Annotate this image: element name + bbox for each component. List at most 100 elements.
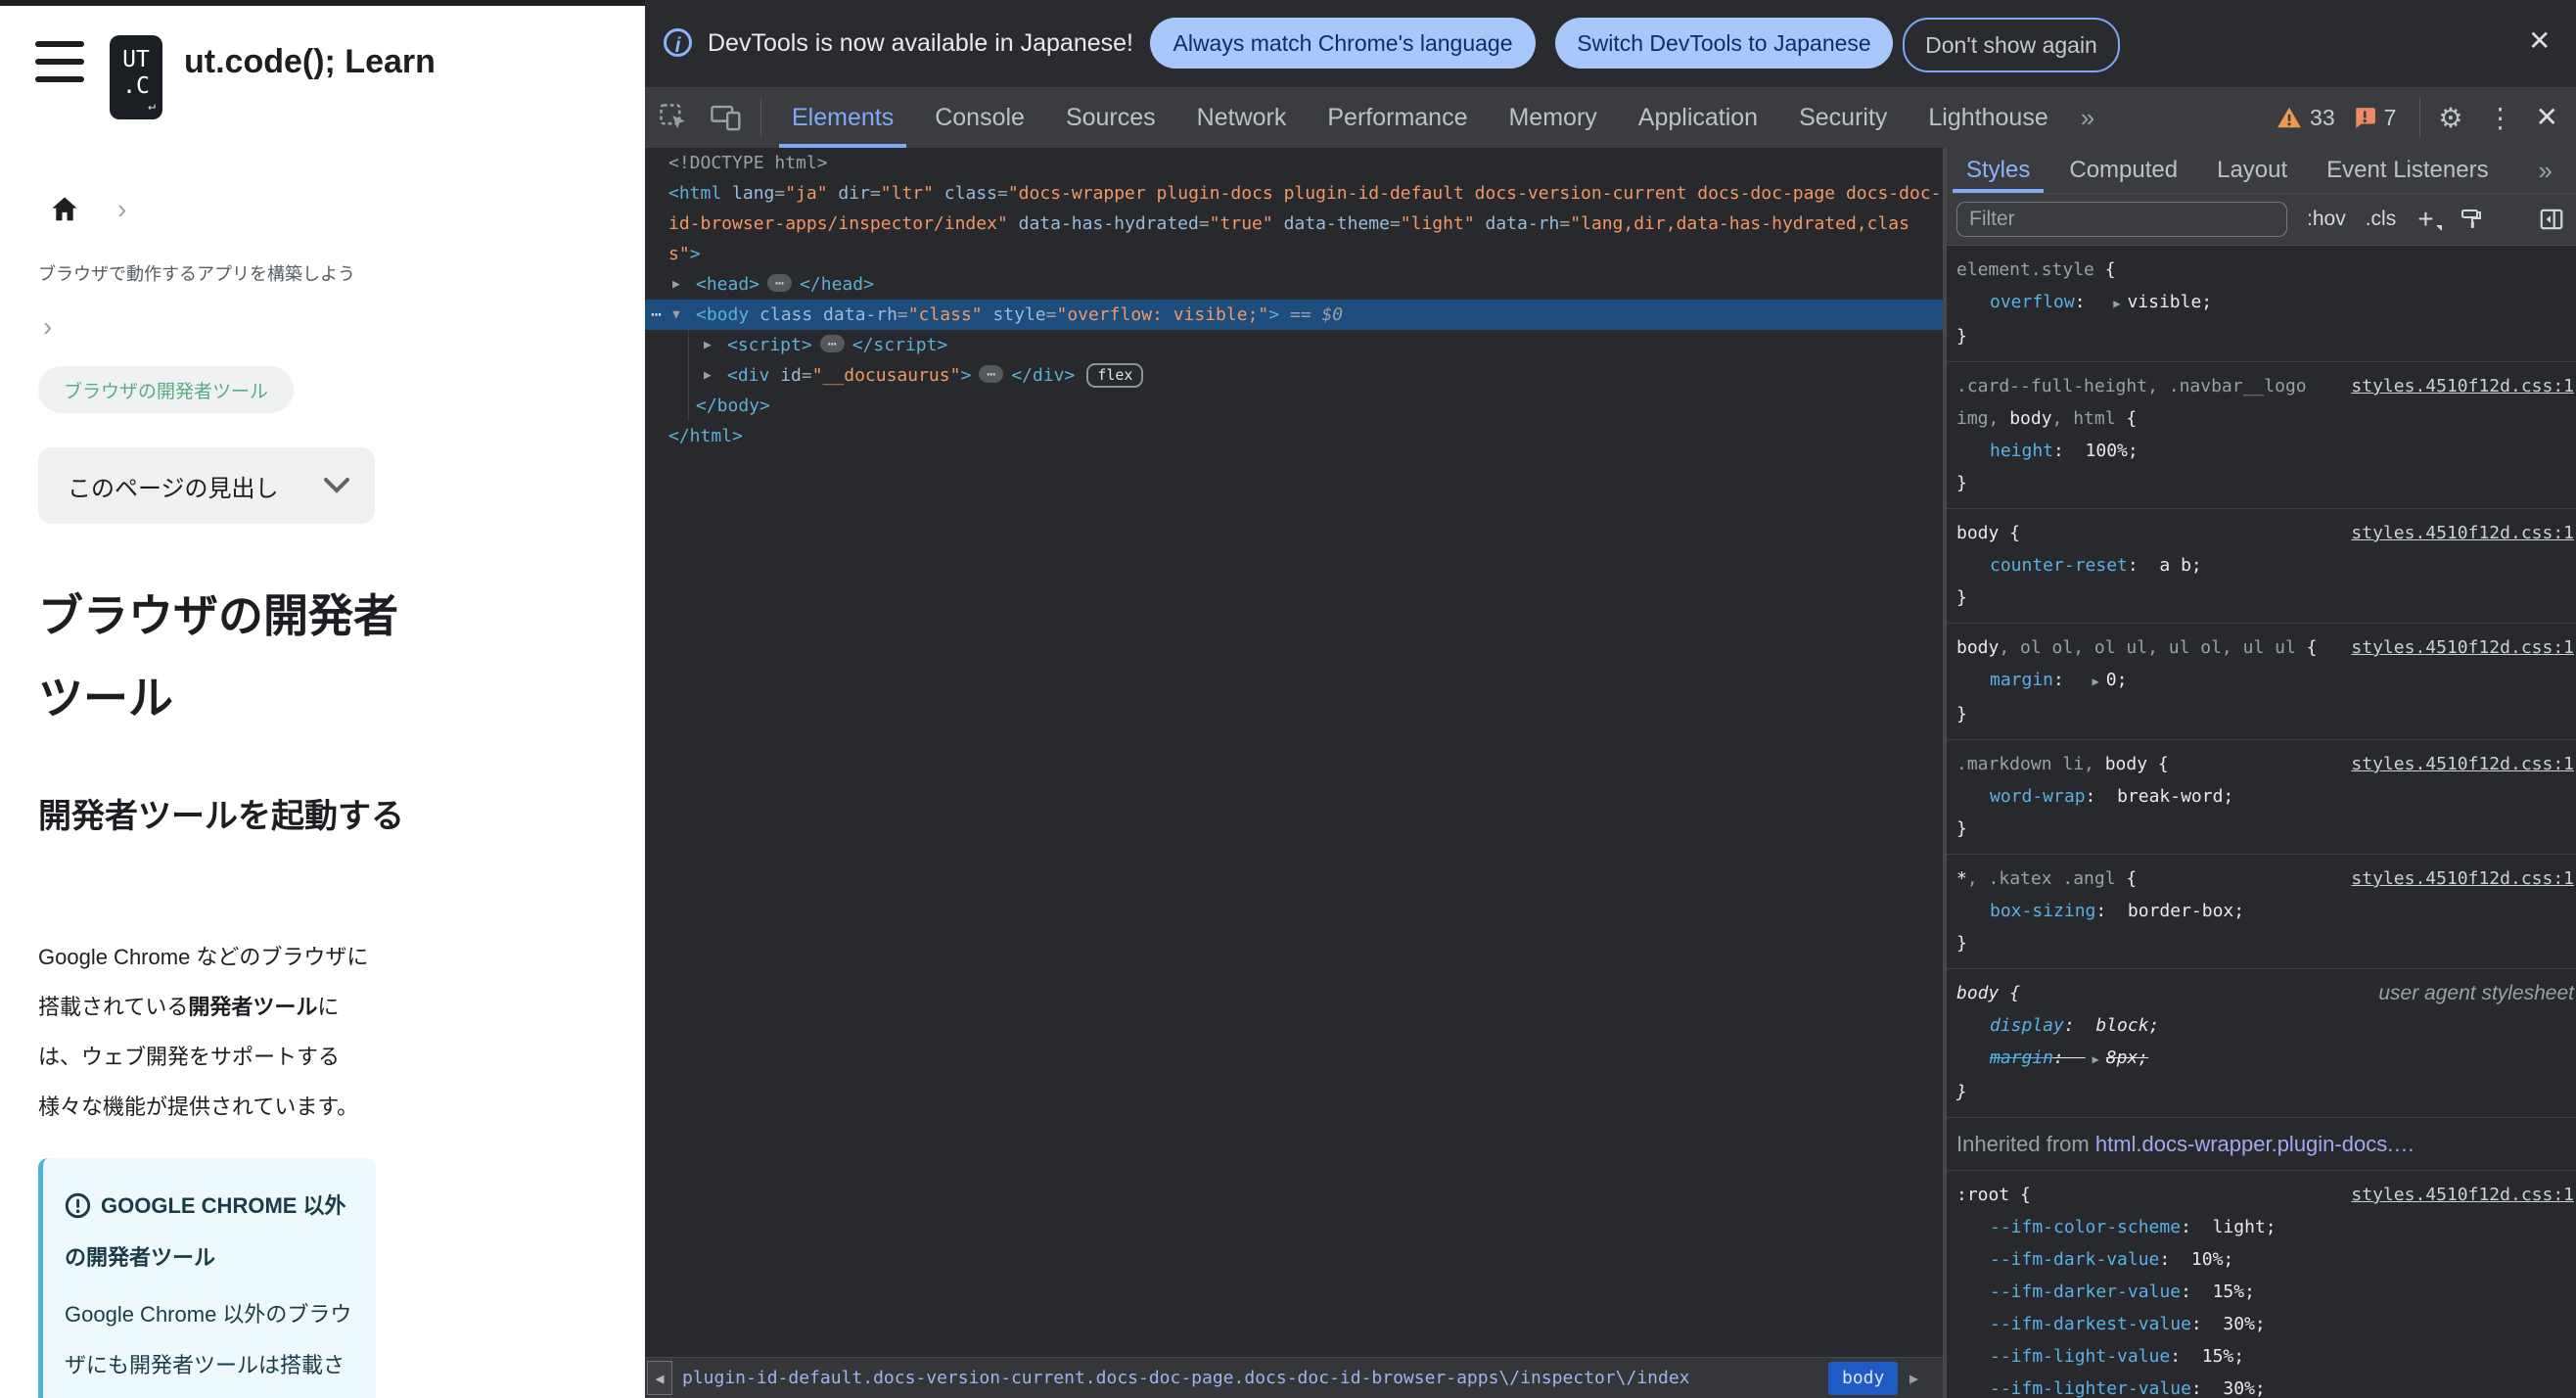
crumb-path[interactable]: plugin-id-default.docs-version-current.d…	[682, 1358, 1690, 1398]
css-rule[interactable]: body {styles.4510f12d.css:1 counter-reset…	[1947, 509, 2576, 624]
dom-node[interactable]: id-browser-apps/inspector/index" data-ha…	[645, 209, 1943, 239]
kebab-menu-icon[interactable]: ⋮	[2487, 102, 2514, 134]
warning-icon[interactable]	[2277, 106, 2302, 129]
node-overflow-menu[interactable]: ⋯	[651, 300, 663, 330]
tab-sources[interactable]: Sources	[1045, 87, 1176, 148]
dont-show-again-button[interactable]: Don't show again	[1903, 18, 2120, 72]
dom-node[interactable]: <!DOCTYPE html>	[645, 148, 1943, 178]
stylesheet-source-link[interactable]: styles.4510f12d.css:1	[2351, 517, 2574, 549]
crumbs-scroll-right-button[interactable]: ▶	[1909, 1358, 1918, 1398]
warning-count[interactable]: 33	[2310, 105, 2335, 131]
tab-lighthouse[interactable]: Lighthouse	[1908, 87, 2068, 148]
rule-selector[interactable]: .markdown li, body {styles.4510f12d.css:…	[1956, 748, 2576, 780]
tab-application[interactable]: Application	[1618, 87, 1778, 148]
sidebar-more-tabs-chevron[interactable]: »	[2527, 156, 2564, 186]
stylesheet-source-link[interactable]: styles.4510f12d.css:1	[2351, 370, 2574, 402]
sidebar-tab-computed[interactable]: Computed	[2049, 148, 2197, 193]
expand-ellipsis-button[interactable]: ⋯	[767, 274, 793, 292]
stylesheet-source-link[interactable]: styles.4510f12d.css:1	[2351, 862, 2574, 895]
expand-longhand-icon[interactable]: ▶	[2093, 675, 2099, 688]
site-logo[interactable]: UT .C ↵	[110, 35, 162, 119]
rule-selector[interactable]: body {styles.4510f12d.css:1	[1956, 517, 2576, 549]
issue-count[interactable]: 7	[2384, 105, 2397, 131]
expand-arrow-icon[interactable]: ▶	[672, 269, 680, 300]
dom-node-selected[interactable]: ⋯ ▼ <body class data-rh="class" style="ove…	[645, 300, 1943, 330]
infobar-close-icon[interactable]: ✕	[2528, 27, 2551, 55]
css-rule[interactable]: *, .katex .angl {styles.4510f12d.css:1 bo…	[1947, 855, 2576, 969]
css-property-row[interactable]: --ifm-light-value: 15%;	[1956, 1340, 2576, 1373]
crumb-selected-body[interactable]: body	[1828, 1362, 1899, 1395]
rule-selector[interactable]: element.style {	[1956, 254, 2576, 286]
css-property-row[interactable]: height: 100%;	[1956, 435, 2576, 467]
css-property-row[interactable]: --ifm-dark-value: 10%;	[1956, 1243, 2576, 1276]
breadcrumb-home-icon[interactable]	[49, 194, 80, 225]
crumbs-scroll-left-button[interactable]: ◀	[647, 1361, 672, 1395]
more-tabs-chevron[interactable]: »	[2069, 103, 2106, 133]
settings-gear-icon[interactable]: ⚙	[2438, 102, 2462, 134]
expand-arrow-icon[interactable]: ▶	[704, 330, 712, 360]
sidebar-tab-styles[interactable]: Styles	[1947, 148, 2049, 193]
css-property-row[interactable]: display: block;	[1956, 1009, 2576, 1042]
css-property-row[interactable]: counter-reset: a b;	[1956, 549, 2576, 582]
dom-node[interactable]: ▶ <div id="__docusaurus"> ⋯ </div> flex	[645, 360, 1943, 391]
dom-node[interactable]: ▶ <head> ⋯ </head>	[645, 269, 1943, 300]
css-property-row[interactable]: word-wrap: break-word;	[1956, 780, 2576, 813]
dom-node[interactable]: </html>	[645, 421, 1943, 451]
expand-arrow-icon[interactable]: ▶	[704, 360, 712, 391]
hamburger-menu-button[interactable]	[35, 39, 84, 84]
css-property-row[interactable]: box-sizing: border-box;	[1956, 895, 2576, 927]
styles-filter-input[interactable]	[1956, 202, 2287, 237]
rule-selector[interactable]: :root {styles.4510f12d.css:1	[1956, 1179, 2576, 1211]
dom-node[interactable]: </body>	[645, 391, 1943, 421]
sidebar-tab-layout[interactable]: Layout	[2197, 148, 2307, 193]
css-property-row[interactable]: --ifm-darker-value: 15%;	[1956, 1276, 2576, 1308]
inherited-node-link[interactable]: html.docs-wrapper.plugin-docs.…	[2095, 1132, 2415, 1156]
rule-selector[interactable]: .card--full-height, .navbar__logo img, bo…	[1956, 370, 2576, 435]
tab-security[interactable]: Security	[1778, 87, 1908, 148]
dom-node[interactable]: <html lang="ja" dir="ltr" class="docs-wr…	[645, 178, 1943, 209]
new-style-rule-button[interactable]: +	[2417, 206, 2443, 233]
css-rule[interactable]: element.style {overflow: ▶ visible;}	[1947, 246, 2576, 362]
css-property-row[interactable]: margin: ▶ 8px;	[1956, 1042, 2576, 1076]
css-property-row[interactable]: margin: ▶ 0;	[1956, 664, 2576, 698]
css-rule[interactable]: .markdown li, body {styles.4510f12d.css:…	[1947, 740, 2576, 855]
rule-selector[interactable]: body {user agent stylesheet	[1956, 977, 2576, 1009]
tab-elements[interactable]: Elements	[771, 87, 914, 148]
toggle-hover-state-button[interactable]: :hov	[2307, 208, 2346, 231]
tab-performance[interactable]: Performance	[1307, 87, 1488, 148]
breadcrumb-item-parent[interactable]: ブラウザで動作するアプリを構築しよう	[38, 260, 355, 286]
rule-selector[interactable]: body, ol ol, ol ul, ul ol, ul ul {styles…	[1956, 631, 2576, 664]
tab-console[interactable]: Console	[914, 87, 1045, 148]
stylesheet-source-link[interactable]: styles.4510f12d.css:1	[2351, 1179, 2574, 1211]
css-rule[interactable]: :root {styles.4510f12d.css:1 --ifm-color-…	[1947, 1171, 2576, 1398]
css-property-row[interactable]: --ifm-lighter-value: 30%;	[1956, 1373, 2576, 1398]
expand-longhand-icon[interactable]: ▶	[2113, 297, 2120, 310]
switch-to-japanese-button[interactable]: Switch DevTools to Japanese	[1555, 18, 1893, 69]
dom-node[interactable]: ▶ <script> ⋯ </script>	[645, 330, 1943, 360]
css-property-row[interactable]: --ifm-color-scheme: light;	[1956, 1211, 2576, 1243]
sidebar-tab-event-listeners[interactable]: Event Listeners	[2307, 148, 2507, 193]
tab-memory[interactable]: Memory	[1488, 87, 1617, 148]
always-match-language-button[interactable]: Always match Chrome's language	[1150, 18, 1536, 69]
expand-longhand-icon[interactable]: ▶	[2093, 1052, 2099, 1066]
collapse-arrow-icon[interactable]: ▼	[672, 300, 680, 330]
css-property-row[interactable]: --ifm-darkest-value: 30%;	[1956, 1308, 2576, 1340]
css-rule[interactable]: body {user agent stylesheet display: bloc…	[1947, 969, 2576, 1118]
stylesheet-source-link[interactable]: styles.4510f12d.css:1	[2351, 748, 2574, 780]
collapse-panel-icon[interactable]	[2539, 207, 2564, 232]
css-property-row[interactable]: overflow: ▶ visible;	[1956, 286, 2576, 320]
css-rule[interactable]: .card--full-height, .navbar__logo img, bo…	[1947, 362, 2576, 509]
site-title[interactable]: ut.code(); Learn	[184, 43, 436, 81]
toc-collapse-button[interactable]: このページの見出し	[38, 447, 375, 524]
stylesheet-source-link[interactable]: styles.4510f12d.css:1	[2351, 631, 2574, 664]
devtools-close-icon[interactable]: ✕	[2536, 104, 2558, 131]
dom-node[interactable]: s">	[645, 239, 1943, 269]
expand-ellipsis-button[interactable]: ⋯	[979, 365, 1004, 383]
expand-ellipsis-button[interactable]: ⋯	[819, 335, 845, 352]
rule-selector[interactable]: *, .katex .angl {styles.4510f12d.css:1	[1956, 862, 2576, 895]
flex-badge[interactable]: flex	[1086, 363, 1144, 388]
device-toolbar-icon[interactable]	[710, 103, 743, 132]
css-rule[interactable]: body, ol ol, ol ul, ul ol, ul ul {styles…	[1947, 624, 2576, 740]
toggle-class-button[interactable]: .cls	[2366, 208, 2397, 231]
tab-network[interactable]: Network	[1176, 87, 1308, 148]
